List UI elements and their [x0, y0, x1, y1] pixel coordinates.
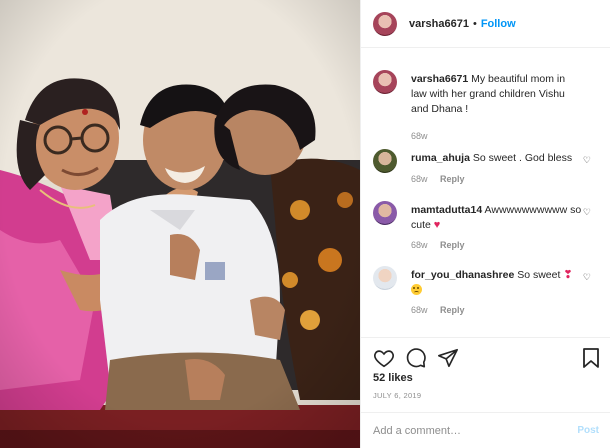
- comment-meta: 68w Reply: [411, 305, 475, 315]
- like-comment-heart-icon[interactable]: ♡: [583, 272, 591, 283]
- comment-username[interactable]: for_you_dhanashree: [411, 269, 514, 281]
- reply-button[interactable]: Reply: [440, 305, 465, 315]
- red-heart-icon: ♥: [433, 219, 441, 231]
- caption-username[interactable]: varsha6671: [411, 73, 468, 85]
- post-side-panel: varsha6671 • Follow varsha6671 My beauti…: [360, 0, 610, 448]
- comment-text: mamtadutta14 Awwwwwwwwww so cute ♥: [411, 203, 583, 233]
- header-separator: •: [472, 17, 477, 30]
- bookmark-icon[interactable]: [581, 347, 601, 369]
- reply-button[interactable]: Reply: [440, 240, 465, 250]
- comment-text: for_you_dhanashree So sweet ❣: [411, 268, 583, 298]
- caption-age[interactable]: 68w: [411, 131, 428, 141]
- comment-bubble-icon[interactable]: [405, 347, 427, 369]
- caption-meta: 68w: [411, 131, 438, 141]
- likes-count[interactable]: 52 likes: [373, 372, 413, 384]
- comment-input[interactable]: [373, 422, 563, 440]
- comment-meta: 68w Reply: [411, 240, 475, 250]
- comment-meta: 68w Reply: [411, 174, 475, 184]
- like-comment-heart-icon[interactable]: ♡: [583, 207, 591, 218]
- instagram-post: varsha6671 • Follow varsha6671 My beauti…: [0, 0, 610, 448]
- reply-button[interactable]: Reply: [440, 174, 465, 184]
- heart-exclamation-icon: ❣: [563, 269, 573, 281]
- avatar[interactable]: [373, 266, 397, 290]
- avatar[interactable]: [373, 11, 397, 36]
- post-photo[interactable]: [0, 0, 360, 448]
- family-photo: [0, 0, 360, 448]
- comment-body: So sweet: [517, 269, 561, 281]
- comment-username[interactable]: ruma_ahuja: [411, 152, 470, 164]
- comment-body: So sweet . God bless: [472, 152, 573, 164]
- post-comment-button[interactable]: Post: [577, 425, 599, 436]
- avatar[interactable]: [373, 70, 397, 94]
- avatar[interactable]: [373, 201, 397, 225]
- comment-age[interactable]: 68w: [411, 174, 428, 184]
- like-heart-icon[interactable]: [373, 347, 395, 369]
- post-header: varsha6671 • Follow: [361, 0, 610, 48]
- post-actions: 52 likes JULY 6, 2019 Post: [361, 337, 610, 448]
- action-icons: [373, 347, 459, 369]
- post-date[interactable]: JULY 6, 2019: [373, 391, 421, 400]
- comment-age[interactable]: 68w: [411, 305, 428, 315]
- like-comment-heart-icon[interactable]: ♡: [583, 155, 591, 166]
- add-comment-bar: Post: [361, 412, 610, 448]
- follow-button[interactable]: Follow: [481, 18, 516, 30]
- share-paper-plane-icon[interactable]: [437, 347, 459, 369]
- caption-text: varsha6671 My beautiful mom in law with …: [411, 72, 583, 117]
- comment-text: ruma_ahuja So sweet . God bless: [411, 151, 583, 166]
- avatar[interactable]: [373, 149, 397, 173]
- header-username[interactable]: varsha6671: [409, 18, 469, 30]
- comment-username[interactable]: mamtadutta14: [411, 204, 482, 216]
- comment-age[interactable]: 68w: [411, 240, 428, 250]
- pleading-face-icon: [411, 284, 422, 295]
